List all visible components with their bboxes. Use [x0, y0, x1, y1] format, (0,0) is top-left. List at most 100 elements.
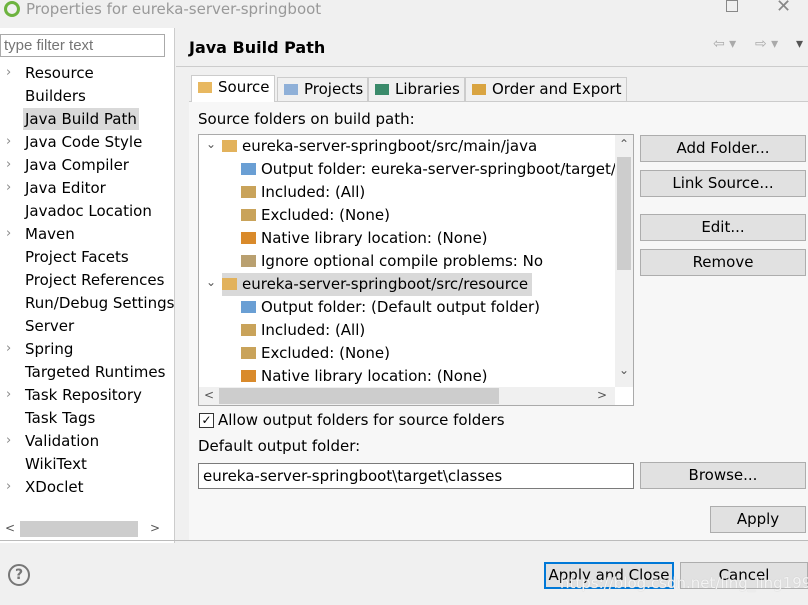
expand-arrow-icon[interactable]: ›: [6, 157, 11, 172]
nav-item[interactable]: Java Compiler: [23, 154, 131, 176]
nav-item[interactable]: Resource: [23, 62, 96, 84]
tree-item-label: eureka-server-springboot/src/resource: [242, 275, 529, 293]
scroll-down-icon[interactable]: ⌄: [619, 363, 629, 377]
link-source-button[interactable]: Link Source...: [640, 170, 806, 197]
tab-source[interactable]: Source: [191, 75, 275, 102]
nav-item[interactable]: XDoclet: [23, 476, 86, 498]
tree-item[interactable]: Excluded: (None): [241, 204, 390, 227]
tree-item[interactable]: Excluded: (None): [241, 342, 390, 365]
nav-item[interactable]: Validation: [23, 430, 101, 452]
tree-item[interactable]: Native library location: (None): [241, 365, 488, 388]
scroll-up-icon[interactable]: ⌃: [619, 137, 629, 151]
projects-icon: [284, 84, 298, 95]
edit-button[interactable]: Edit...: [640, 214, 806, 241]
tab-label: Order and Export: [492, 80, 622, 98]
excluded-icon: [241, 209, 256, 221]
nav-item[interactable]: Builders: [23, 85, 88, 107]
close-button[interactable]: ✕: [776, 0, 791, 17]
tree-item[interactable]: eureka-server-springboot/src/main/java: [222, 135, 537, 158]
libraries-icon: [375, 84, 389, 95]
tree-item-label: Output folder: (Default output folder): [261, 298, 541, 316]
nav-item[interactable]: Spring: [23, 338, 75, 360]
expand-arrow-icon[interactable]: ›: [6, 180, 11, 195]
expand-arrow-icon[interactable]: ›: [6, 479, 11, 494]
tree-item[interactable]: Ignore optional compile problems: No: [241, 250, 543, 273]
tree-item-label: Ignore optional compile problems: No: [261, 252, 544, 270]
tree-item[interactable]: Included: (All): [241, 181, 365, 204]
tree-item[interactable]: Output folder: eureka-server-springboot/…: [241, 158, 634, 181]
scrollbar-thumb[interactable]: [617, 157, 631, 270]
native-library-icon: [241, 232, 256, 244]
tab-label: Source: [218, 78, 270, 96]
expand-arrow-icon[interactable]: ›: [6, 226, 11, 241]
tab-projects[interactable]: Projects: [277, 77, 369, 101]
expand-arrow-icon[interactable]: ›: [6, 134, 11, 149]
included-icon: [241, 186, 256, 198]
forward-icon[interactable]: ⇨ ▾: [755, 36, 778, 52]
nav-item[interactable]: Javadoc Location: [23, 200, 154, 222]
tab-libraries[interactable]: Libraries: [368, 77, 465, 101]
default-output-input[interactable]: eureka-server-springboot\target\classes: [198, 463, 634, 489]
tree-horizontal-scrollbar[interactable]: < >: [199, 387, 615, 405]
expand-arrow-icon[interactable]: ›: [6, 433, 11, 448]
tree-item-label: Included: (All): [261, 321, 366, 339]
nav-item[interactable]: Java Code Style: [23, 131, 144, 153]
nav-item[interactable]: Run/Debug Settings: [23, 292, 176, 314]
tab-label: Projects: [304, 80, 364, 98]
tree-item-label: Output folder: eureka-server-springboot/…: [261, 160, 634, 178]
included-icon: [241, 324, 256, 336]
tree-item[interactable]: Native library location: (None): [241, 227, 488, 250]
browse-button[interactable]: Browse...: [640, 462, 806, 489]
source-folder-icon: [222, 140, 237, 152]
ignore-problems-icon: [241, 255, 256, 267]
expand-arrow-icon[interactable]: ›: [6, 341, 11, 356]
nav-item[interactable]: Project References: [23, 269, 166, 291]
add-folder-button[interactable]: Add Folder...: [640, 135, 806, 162]
nav-item[interactable]: Project Facets: [23, 246, 131, 268]
scrollbar-thumb[interactable]: [20, 521, 138, 537]
maximize-button[interactable]: [726, 0, 738, 12]
divider: [0, 540, 808, 541]
expand-arrow-icon[interactable]: ›: [6, 65, 11, 80]
scroll-right-icon[interactable]: >: [150, 521, 160, 535]
nav-item[interactable]: Java Editor: [23, 177, 108, 199]
tree-item[interactable]: Included: (All): [241, 319, 365, 342]
window-title: Properties for eureka-server-springboot: [26, 0, 322, 18]
scroll-left-icon[interactable]: <: [204, 388, 214, 402]
source-tree[interactable]: ⌄ eureka-server-springboot/src/main/java O…: [198, 134, 634, 406]
nav-item[interactable]: Task Tags: [23, 407, 97, 429]
nav-item[interactable]: WikiText: [23, 453, 89, 475]
back-icon[interactable]: ⇦ ▾: [713, 36, 736, 52]
tree-item-label: Excluded: (None): [261, 344, 390, 362]
tab-order-export[interactable]: Order and Export: [465, 77, 627, 101]
scroll-left-icon[interactable]: <: [5, 521, 15, 535]
nav-item[interactable]: Task Repository: [23, 384, 144, 406]
scrollbar-thumb[interactable]: [219, 388, 499, 404]
tree-item-label: Native library location: (None): [261, 229, 488, 247]
nav-item[interactable]: Targeted Runtimes: [23, 361, 167, 383]
tree-item-label: Excluded: (None): [261, 206, 390, 224]
nav-item[interactable]: Maven: [23, 223, 77, 245]
expand-arrow-icon[interactable]: ›: [6, 387, 11, 402]
scroll-right-icon[interactable]: >: [597, 388, 607, 402]
filter-input[interactable]: [0, 34, 165, 57]
tree-item[interactable]: Output folder: (Default output folder): [241, 296, 540, 319]
collapse-arrow-icon[interactable]: ⌄: [206, 137, 216, 151]
allow-output-checkbox[interactable]: ✓: [199, 413, 214, 428]
order-export-icon: [472, 84, 486, 95]
nav-horizontal-scrollbar[interactable]: < >: [0, 520, 175, 538]
divider: [176, 66, 808, 67]
allow-output-label: Allow output folders for source folders: [218, 411, 505, 429]
spring-logo-icon: [4, 1, 20, 17]
tree-vertical-scrollbar[interactable]: ⌃ ⌄: [615, 135, 633, 387]
apply-button[interactable]: Apply: [710, 506, 806, 533]
menu-icon[interactable]: ▾: [796, 36, 803, 52]
collapse-arrow-icon[interactable]: ⌄: [206, 275, 216, 289]
cancel-button[interactable]: Cancel: [680, 562, 808, 589]
tree-item[interactable]: eureka-server-springboot/src/resource: [222, 273, 533, 296]
nav-item[interactable]: Server: [23, 315, 76, 337]
help-icon[interactable]: ?: [8, 564, 30, 586]
apply-and-close-button[interactable]: Apply and Close: [544, 562, 674, 589]
nav-item[interactable]: Java Build Path: [23, 108, 139, 130]
remove-button[interactable]: Remove: [640, 249, 806, 276]
